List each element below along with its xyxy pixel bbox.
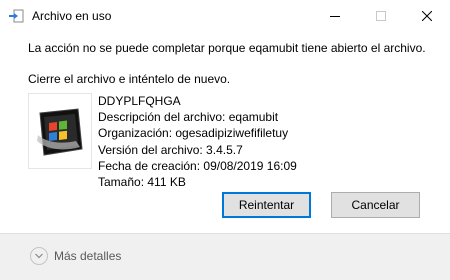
- maximize-button[interactable]: [358, 0, 404, 31]
- file-name: DDYPLFQHGA: [98, 94, 181, 108]
- file-version: Versión del archivo: 3.4.5.7: [98, 142, 243, 157]
- chevron-down-icon[interactable]: [30, 247, 48, 265]
- file-size: Tamaño: 411 KB: [98, 175, 186, 190]
- title-bar[interactable]: Archivo en uso: [0, 0, 450, 31]
- maximize-icon: [376, 10, 386, 21]
- close-button[interactable]: [404, 0, 450, 31]
- file-description: Descripción del archivo: eqamubit: [98, 110, 279, 125]
- file-created: Fecha de creación: 09/08/2019 16:09: [98, 158, 297, 173]
- move-file-icon: [8, 9, 24, 23]
- more-details-link[interactable]: Más detalles: [54, 249, 121, 263]
- cancel-button[interactable]: Cancelar: [331, 192, 420, 218]
- footer-bar: Más detalles: [0, 233, 450, 280]
- retry-button[interactable]: Reintentar: [222, 192, 311, 218]
- minimize-button[interactable]: [312, 0, 358, 31]
- windows-program-icon: [34, 105, 88, 164]
- file-details: DDYPLFQHGA Descripción del archivo: eqam…: [98, 93, 297, 190]
- file-icon-box: [28, 93, 92, 169]
- close-icon: [422, 10, 432, 21]
- instruction-message: Cierre el archivo e inténtelo de nuevo.: [28, 72, 231, 86]
- error-message: La acción no se puede completar porque e…: [28, 41, 426, 55]
- window-title: Archivo en uso: [32, 9, 112, 23]
- minimize-icon: [330, 11, 340, 21]
- file-organization: Organización: ogesadipiziwefifiletuy: [98, 126, 289, 141]
